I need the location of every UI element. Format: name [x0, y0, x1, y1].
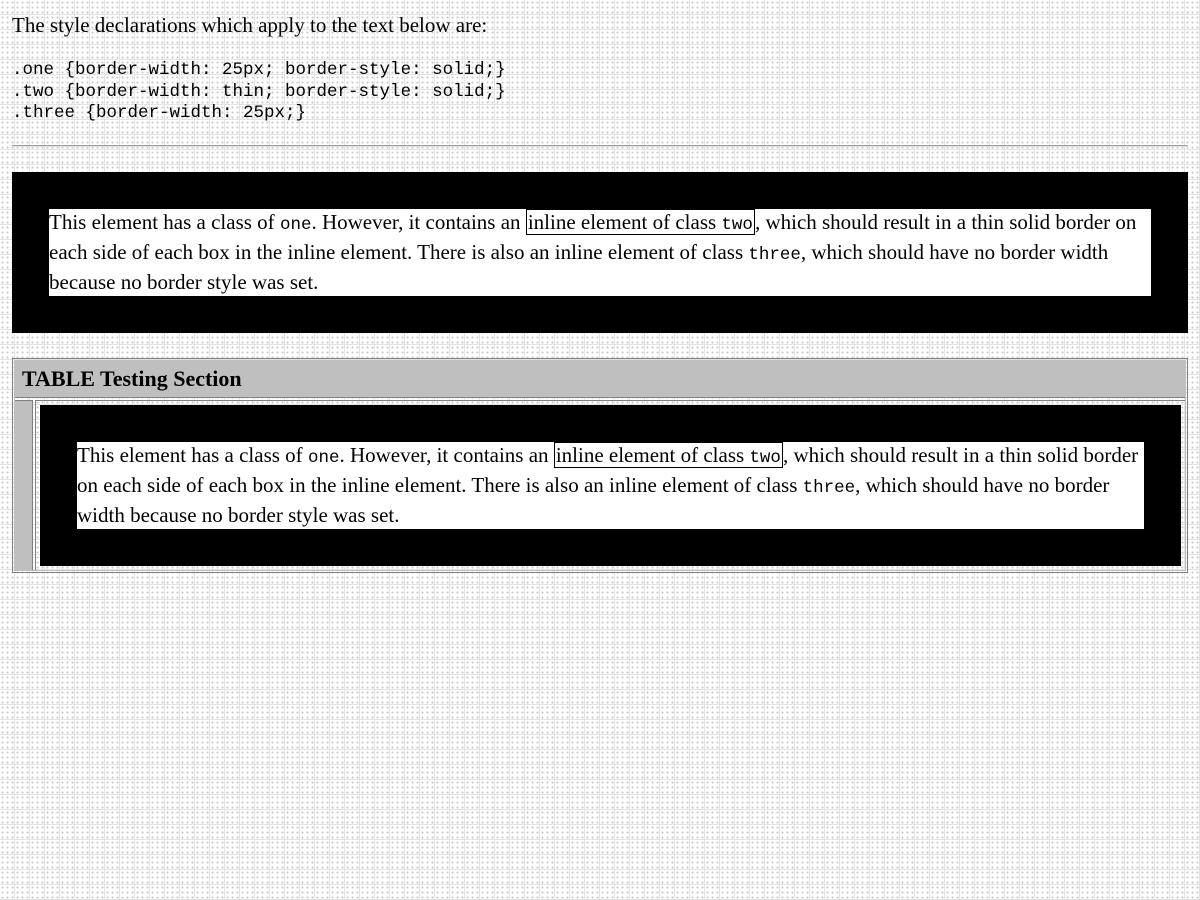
text-part1: This element has a class of	[49, 209, 280, 234]
page: The style declarations which apply to th…	[0, 0, 1200, 573]
text-part2: . However, it contains an	[311, 209, 526, 234]
class-two-label: two	[721, 214, 753, 235]
css-rule-two: .two {border-width: thin; border-style: …	[12, 81, 506, 102]
table-main-cell: This element has a class of one. However…	[35, 399, 1186, 571]
table-class-two-label: two	[749, 447, 781, 468]
inline-element-three: three	[748, 244, 801, 265]
table-inline-element-three: three	[802, 477, 856, 498]
inline-element-two: inline element of class two	[525, 208, 755, 235]
horizontal-rule	[12, 144, 1188, 147]
css-code-block: .one {border-width: 25px; border-style: …	[12, 60, 1188, 125]
table-text-part1: This element has a class of	[77, 442, 308, 467]
css-rule-three: .three {border-width: 25px;}	[12, 103, 307, 123]
test-paragraph-one: This element has a class of one. However…	[12, 171, 1188, 333]
table-heading: TABLE Testing Section	[14, 359, 1186, 398]
table-test-paragraph-one: This element has a class of one. However…	[40, 404, 1181, 566]
inline-two-text: inline element of class	[527, 209, 722, 234]
table-inline-two-text: inline element of class	[555, 442, 750, 467]
table-inline-element-two: inline element of class two	[553, 441, 783, 468]
table-class-one-label: one	[307, 447, 340, 468]
intro-text: The style declarations which apply to th…	[12, 13, 488, 37]
table-text-part2: . However, it contains an	[339, 442, 554, 467]
table-testing-section: TABLE Testing Section This element has a…	[12, 357, 1188, 573]
table-body-row: This element has a class of one. However…	[14, 399, 1186, 571]
css-rule-one: .one {border-width: 25px; border-style: …	[12, 60, 506, 80]
class-one-label: one	[279, 214, 312, 235]
table-side-cell	[14, 399, 33, 571]
